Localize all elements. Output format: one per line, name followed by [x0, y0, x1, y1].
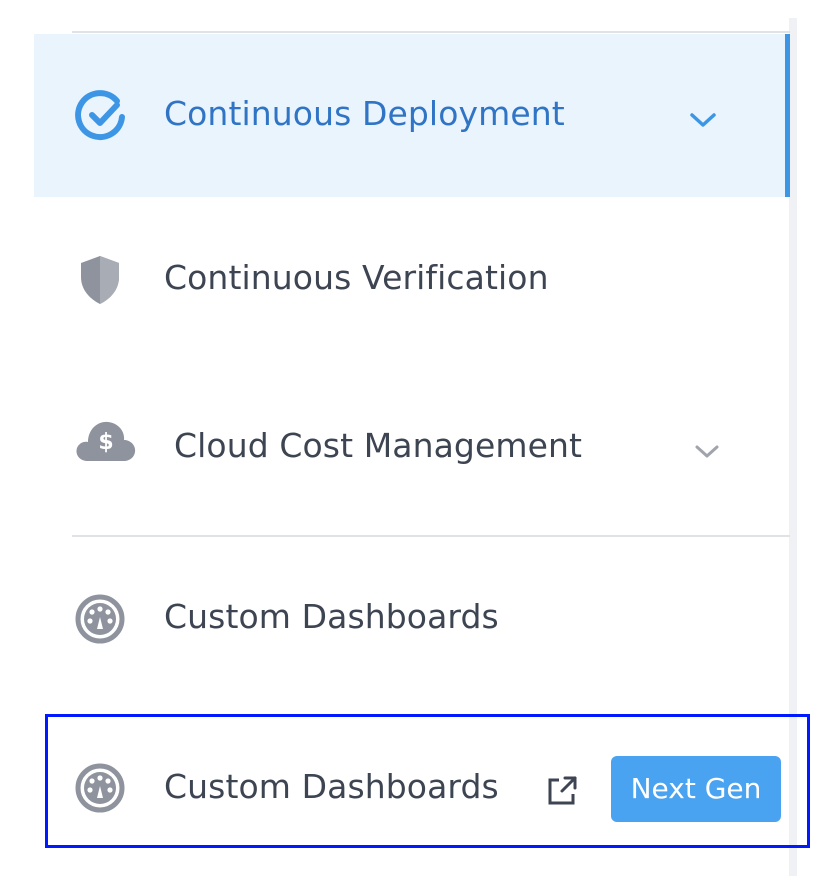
chevron-down-icon[interactable]: [689, 111, 717, 129]
nav-item-label: Continuous Verification: [164, 258, 549, 297]
nav-item-custom-dashboards[interactable]: Custom Dashboards: [34, 537, 790, 707]
sidebar-scrollbar[interactable]: [789, 18, 797, 876]
nav-item-label: Custom Dashboards: [164, 767, 499, 806]
nav-item-label: Cloud Cost Management: [174, 426, 583, 465]
dashboard-gauge-icon: [75, 594, 125, 644]
check-circle-icon: [75, 90, 125, 141]
nav-item-cloud-cost-management[interactable]: $ Cloud Cost Management: [34, 367, 790, 535]
shield-icon: [81, 256, 119, 304]
nav-item-continuous-verification[interactable]: Continuous Verification: [34, 197, 790, 367]
svg-text:$: $: [98, 430, 113, 455]
nav-item-label: Custom Dashboards: [164, 597, 499, 636]
next-gen-badge[interactable]: Next Gen: [611, 756, 781, 822]
dashboard-gauge-icon: [75, 763, 125, 813]
nav-item-label: Continuous Deployment: [164, 94, 565, 133]
chevron-down-icon[interactable]: [693, 442, 721, 460]
cloud-dollar-icon: $: [76, 421, 136, 461]
top-divider: [72, 31, 790, 33]
nav-item-continuous-deployment[interactable]: Continuous Deployment: [34, 34, 790, 197]
external-link-icon[interactable]: [545, 774, 579, 808]
